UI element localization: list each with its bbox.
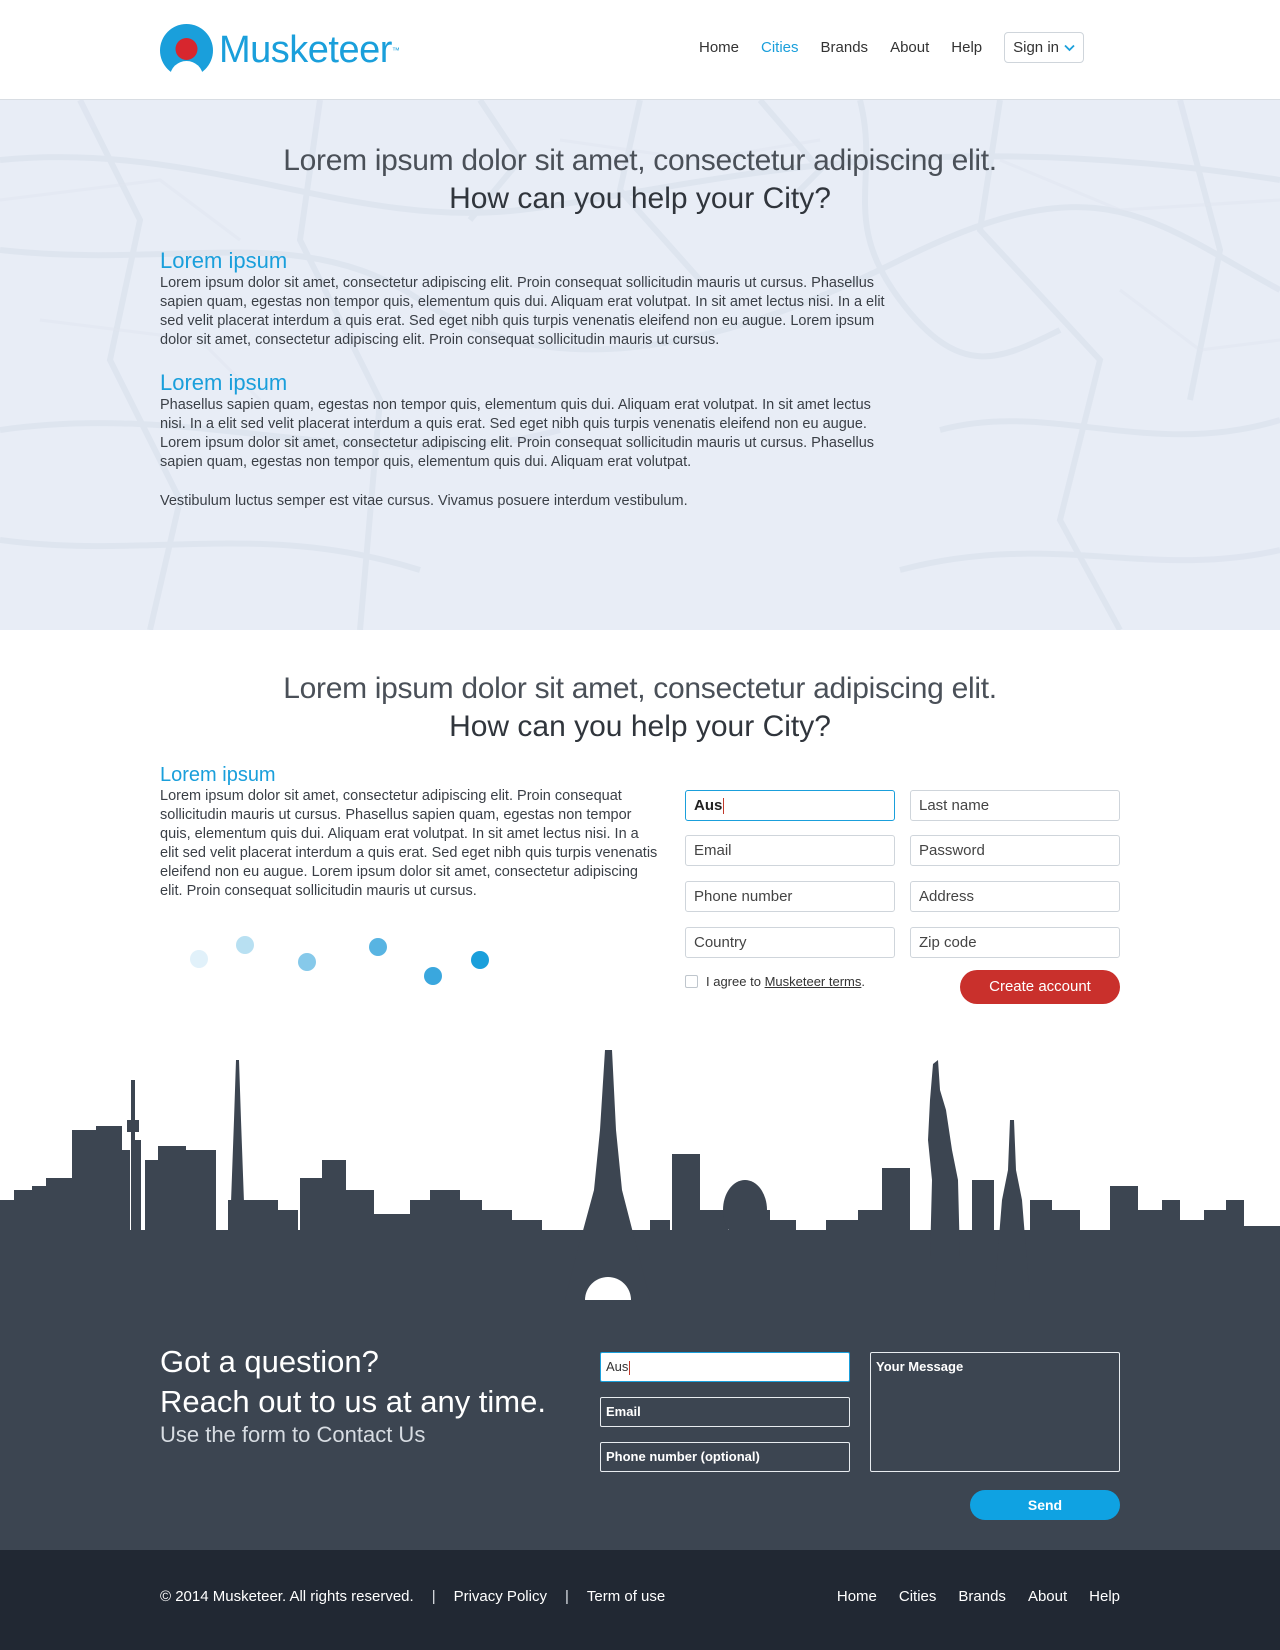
signup-title: Lorem ipsum dolor sit amet, consectetur … xyxy=(0,672,1280,744)
brand-logo[interactable]: Musketeer ™ xyxy=(160,24,400,77)
contact-section: Got a question? Reach out to us at any t… xyxy=(0,1300,1280,1550)
skyline-illustration xyxy=(0,1050,1280,1300)
signup-title-strong: How can you help your City? xyxy=(449,710,831,743)
password-input[interactable]: Password xyxy=(910,835,1120,866)
info-title: Lorem ipsum dolor sit amet, consectetur … xyxy=(0,144,1280,216)
footer-link-brands[interactable]: Brands xyxy=(958,1588,1006,1605)
last-name-input[interactable]: Last name xyxy=(910,790,1120,821)
footer-link-about[interactable]: About xyxy=(1028,1588,1067,1605)
first-name-input[interactable]: Aus xyxy=(685,790,895,821)
phone-input[interactable]: Phone number xyxy=(685,881,895,912)
footer-separator: | xyxy=(431,1588,436,1605)
decor-dot xyxy=(471,951,489,969)
contact-line-3: Use the form to Contact Us xyxy=(160,1422,426,1447)
signup-paragraph: Lorem ipsum dolor sit amet, consectetur … xyxy=(160,788,658,899)
info-content: Lorem ipsum Lorem ipsum dolor sit amet, … xyxy=(160,248,885,511)
site-footer: © 2014 Musketeer. All rights reserved. |… xyxy=(0,1550,1280,1650)
sign-in-dropdown[interactable]: Sign in xyxy=(1004,32,1084,63)
decor-dot xyxy=(369,938,387,956)
footer-link-home[interactable]: Home xyxy=(837,1588,877,1605)
contact-line-1: Got a question? xyxy=(160,1344,379,1379)
decor-dot xyxy=(190,950,208,968)
footer-link-help[interactable]: Help xyxy=(1089,1588,1120,1605)
copyright: © 2014 Musketeer. All rights reserved. xyxy=(160,1588,414,1605)
terms-agreement: I agree to Musketeer terms. xyxy=(685,974,865,989)
text-caret xyxy=(723,798,725,815)
first-name-value: Aus xyxy=(694,797,723,814)
contact-intro: Got a question? Reach out to us at any t… xyxy=(160,1342,546,1448)
footer-legal: © 2014 Musketeer. All rights reserved. |… xyxy=(160,1588,665,1605)
terms-checkbox[interactable] xyxy=(685,975,698,988)
nav-about[interactable]: About xyxy=(890,33,929,63)
brand-trademark: ™ xyxy=(391,46,400,55)
site-header: Musketeer ™ Home Cities Brands About Hel… xyxy=(0,0,1280,100)
info-title-strong: How can you help your City? xyxy=(449,182,831,215)
sign-in-label: Sign in xyxy=(1013,39,1059,56)
info-section: Lorem ipsum dolor sit amet, consectetur … xyxy=(0,100,1280,630)
signup-description: Lorem ipsum Lorem ipsum dolor sit amet, … xyxy=(160,764,660,901)
signup-title-light: Lorem ipsum dolor sit amet, consectetur … xyxy=(283,672,997,705)
nav-help[interactable]: Help xyxy=(951,33,982,63)
main-nav: Home Cities Brands About Help Sign in xyxy=(677,32,1084,63)
address-input[interactable]: Address xyxy=(910,881,1120,912)
brand-name: Musketeer xyxy=(219,29,392,71)
contact-message-textarea[interactable]: Your Message xyxy=(870,1352,1120,1472)
privacy-policy-link[interactable]: Privacy Policy xyxy=(454,1588,547,1605)
text-caret xyxy=(629,1360,631,1375)
terms-prefix: I agree to xyxy=(706,974,761,989)
send-button[interactable]: Send xyxy=(970,1490,1120,1520)
info-footnote: Vestibulum luctus semper est vitae cursu… xyxy=(160,493,688,509)
contact-email-input[interactable]: Email xyxy=(600,1397,850,1427)
terms-suffix: . xyxy=(861,974,865,989)
contact-line-2: Reach out to us at any time. xyxy=(160,1384,546,1419)
nav-home[interactable]: Home xyxy=(699,33,739,63)
email-input[interactable]: Email xyxy=(685,835,895,866)
footer-link-cities[interactable]: Cities xyxy=(899,1588,937,1605)
terms-link[interactable]: Musketeer terms xyxy=(765,974,862,989)
footer-separator: | xyxy=(564,1588,569,1605)
info-paragraph-1: Lorem ipsum dolor sit amet, consectetur … xyxy=(160,275,885,348)
info-heading-2: Lorem ipsum xyxy=(160,370,288,395)
decor-dot xyxy=(424,967,442,985)
footer-nav: Home Cities Brands About Help xyxy=(815,1588,1120,1605)
info-paragraph-2: Phasellus sapien quam, egestas non tempo… xyxy=(160,397,875,470)
country-input[interactable]: Country xyxy=(685,927,895,958)
info-title-light: Lorem ipsum dolor sit amet, consectetur … xyxy=(283,144,997,177)
create-account-button[interactable]: Create account xyxy=(960,970,1120,1004)
nav-brands[interactable]: Brands xyxy=(821,33,869,63)
info-heading-1: Lorem ipsum xyxy=(160,248,288,273)
contact-phone-input[interactable]: Phone number (optional) xyxy=(600,1442,850,1472)
city-skyline xyxy=(0,1050,1280,1300)
decor-dot xyxy=(236,936,254,954)
zip-code-input[interactable]: Zip code xyxy=(910,927,1120,958)
terms-of-use-link[interactable]: Term of use xyxy=(587,1588,665,1605)
contact-name-value: Aus xyxy=(606,1359,629,1374)
musketeer-logo-icon xyxy=(160,24,213,77)
decor-dot xyxy=(298,953,316,971)
chevron-down-icon xyxy=(1064,39,1075,56)
contact-name-input[interactable]: Aus xyxy=(600,1352,850,1382)
nav-cities[interactable]: Cities xyxy=(761,33,799,63)
signup-section: Lorem ipsum dolor sit amet, consectetur … xyxy=(0,630,1280,1050)
signup-heading: Lorem ipsum xyxy=(160,764,276,786)
